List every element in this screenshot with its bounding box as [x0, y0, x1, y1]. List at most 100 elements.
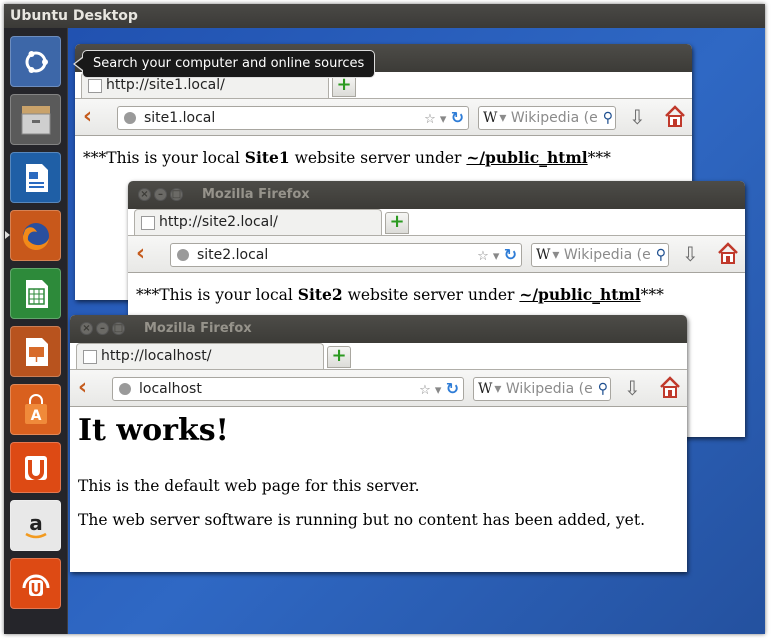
maximize-icon[interactable]: □ — [112, 322, 125, 335]
amazon-icon: a — [24, 511, 47, 538]
url-bar[interactable]: site2.local ☆ ▾ ↻ — [170, 243, 522, 267]
globe-icon — [119, 383, 131, 395]
globe-icon — [124, 112, 136, 124]
impress-presentation-icon — [25, 337, 48, 366]
file-cabinet-icon — [21, 105, 50, 134]
tab-title: http://site1.local/ — [106, 77, 225, 93]
running-indicator — [5, 231, 10, 239]
launcher-libreoffice-writer[interactable] — [10, 152, 61, 203]
window-controls: × – □ — [138, 188, 183, 201]
search-bar[interactable]: W ▾ Wikipedia (e ⚲ — [478, 106, 616, 130]
search-icon[interactable]: ⚲ — [653, 244, 666, 266]
headphones-icon — [22, 574, 49, 596]
path-text: ~/public_html — [466, 148, 588, 167]
page-paragraph-1: This is the default web page for this se… — [78, 477, 420, 495]
calc-spreadsheet-icon — [25, 279, 48, 308]
reload-icon[interactable]: ↻ — [451, 108, 464, 127]
chevron-down-icon: ▾ — [494, 381, 506, 397]
window-titlebar[interactable]: × – □ Mozilla Firefox — [70, 315, 687, 343]
svg-text:a: a — [29, 511, 43, 535]
reload-icon[interactable]: ↻ — [446, 379, 459, 398]
url-bar-actions: ☆ ▾ ↻ — [477, 245, 517, 264]
firefox-window-localhost[interactable]: × – □ Mozilla Firefox http://localhost/ … — [70, 315, 687, 572]
screen: Ubuntu Desktop A a http://site1.local/ +… — [0, 0, 773, 644]
launcher-libreoffice-calc[interactable] — [10, 268, 61, 319]
launcher-files[interactable] — [10, 94, 61, 145]
launcher-ubuntu-one[interactable] — [10, 442, 61, 493]
launcher-firefox[interactable] — [5, 210, 61, 261]
window-controls: × – □ — [80, 322, 125, 335]
url-bar-actions: ☆ ▾ ↻ — [424, 108, 464, 127]
window-titlebar[interactable]: × – □ Mozilla Firefox — [128, 181, 745, 209]
back-button[interactable]: ‹ — [83, 105, 92, 129]
navigation-toolbar: ‹ site2.local ☆ ▾ ↻ W ▾ Wikipedia (e ⚲ ⇩ — [128, 235, 745, 273]
page-favicon-icon — [88, 79, 102, 93]
launcher-amazon[interactable]: a — [10, 500, 61, 551]
tab-localhost[interactable]: http://localhost/ — [76, 343, 324, 369]
download-icon[interactable]: ⇩ — [629, 105, 646, 129]
search-engine-icon[interactable]: W — [479, 110, 499, 126]
page-favicon-icon — [141, 216, 155, 230]
search-icon[interactable]: ⚲ — [595, 378, 608, 400]
tab-title: http://site2.local/ — [159, 214, 278, 230]
window-title: Mozilla Firefox — [144, 321, 252, 336]
search-placeholder: Wikipedia (e — [505, 381, 593, 397]
minimize-icon[interactable]: – — [96, 322, 109, 335]
new-tab-button[interactable]: + — [332, 75, 356, 97]
home-icon[interactable] — [664, 104, 686, 128]
new-tab-button[interactable]: + — [327, 346, 351, 368]
ubuntu-logo-icon — [25, 50, 48, 73]
launcher-software-center[interactable]: A — [10, 384, 61, 435]
search-bar[interactable]: W ▾ Wikipedia (e ⚲ — [473, 377, 611, 401]
search-engine-icon[interactable]: W — [532, 247, 552, 263]
page-text: ***This is your local Site2 website serv… — [136, 285, 664, 304]
search-placeholder: Wikipedia (e — [510, 110, 598, 126]
url-bar-actions: ☆ ▾ ↻ — [419, 379, 459, 398]
text-suffix: *** — [640, 286, 664, 304]
text-mid: website server under — [289, 149, 467, 167]
home-icon[interactable] — [717, 241, 739, 265]
page-favicon-icon — [83, 350, 97, 364]
url-bar[interactable]: localhost ☆ ▾ ↻ — [112, 377, 464, 401]
search-engine-icon[interactable]: W — [474, 381, 494, 397]
download-icon[interactable]: ⇩ — [682, 242, 699, 266]
download-icon[interactable]: ⇩ — [624, 376, 641, 400]
maximize-icon[interactable]: □ — [170, 188, 183, 201]
page-heading: It works! — [78, 413, 229, 448]
page-text: ***This is your local Site1 website serv… — [83, 148, 611, 167]
reload-icon[interactable]: ↻ — [504, 245, 517, 264]
minimize-icon[interactable]: – — [154, 188, 167, 201]
navigation-toolbar: ‹ localhost ☆ ▾ ↻ W ▾ Wikipedia (e ⚲ ⇩ — [70, 369, 687, 407]
launcher-dash-home[interactable] — [10, 36, 61, 87]
search-bar[interactable]: W ▾ Wikipedia (e ⚲ — [531, 243, 669, 267]
dash-tooltip: Search your computer and online sources — [72, 50, 376, 78]
home-icon[interactable] — [659, 375, 681, 399]
page-paragraph-2: The web server software is running but n… — [78, 511, 646, 529]
close-icon[interactable]: × — [80, 322, 93, 335]
search-placeholder: Wikipedia (e — [563, 247, 651, 263]
launcher-libreoffice-impress[interactable] — [10, 326, 61, 377]
writer-document-icon — [25, 163, 48, 192]
desktop-title: Ubuntu Desktop — [10, 8, 138, 24]
back-button[interactable]: ‹ — [78, 376, 87, 400]
shopping-bag-icon: A — [24, 393, 47, 424]
url-text: localhost — [139, 381, 202, 397]
text-prefix: ***This is your local — [136, 286, 298, 304]
globe-icon — [177, 249, 189, 261]
back-button[interactable]: ‹ — [136, 242, 145, 266]
search-icon[interactable]: ⚲ — [600, 107, 613, 129]
url-text: site2.local — [197, 247, 269, 263]
new-tab-button[interactable]: + — [385, 212, 409, 234]
launcher-ubuntu-one-music[interactable] — [10, 558, 61, 609]
svg-text:A: A — [30, 408, 41, 424]
desktop: Ubuntu Desktop A a http://site1.local/ +… — [4, 4, 765, 634]
ubuntu-one-icon — [24, 455, 47, 480]
text-prefix: ***This is your local — [83, 149, 245, 167]
tab-site2[interactable]: http://site2.local/ — [134, 209, 382, 235]
close-icon[interactable]: × — [138, 188, 151, 201]
url-bar[interactable]: site1.local ☆ ▾ ↻ — [117, 106, 469, 130]
path-text: ~/public_html — [519, 285, 641, 304]
launcher: A a — [4, 28, 68, 634]
chevron-down-icon: ▾ — [499, 110, 511, 126]
url-text: site1.local — [144, 110, 216, 126]
